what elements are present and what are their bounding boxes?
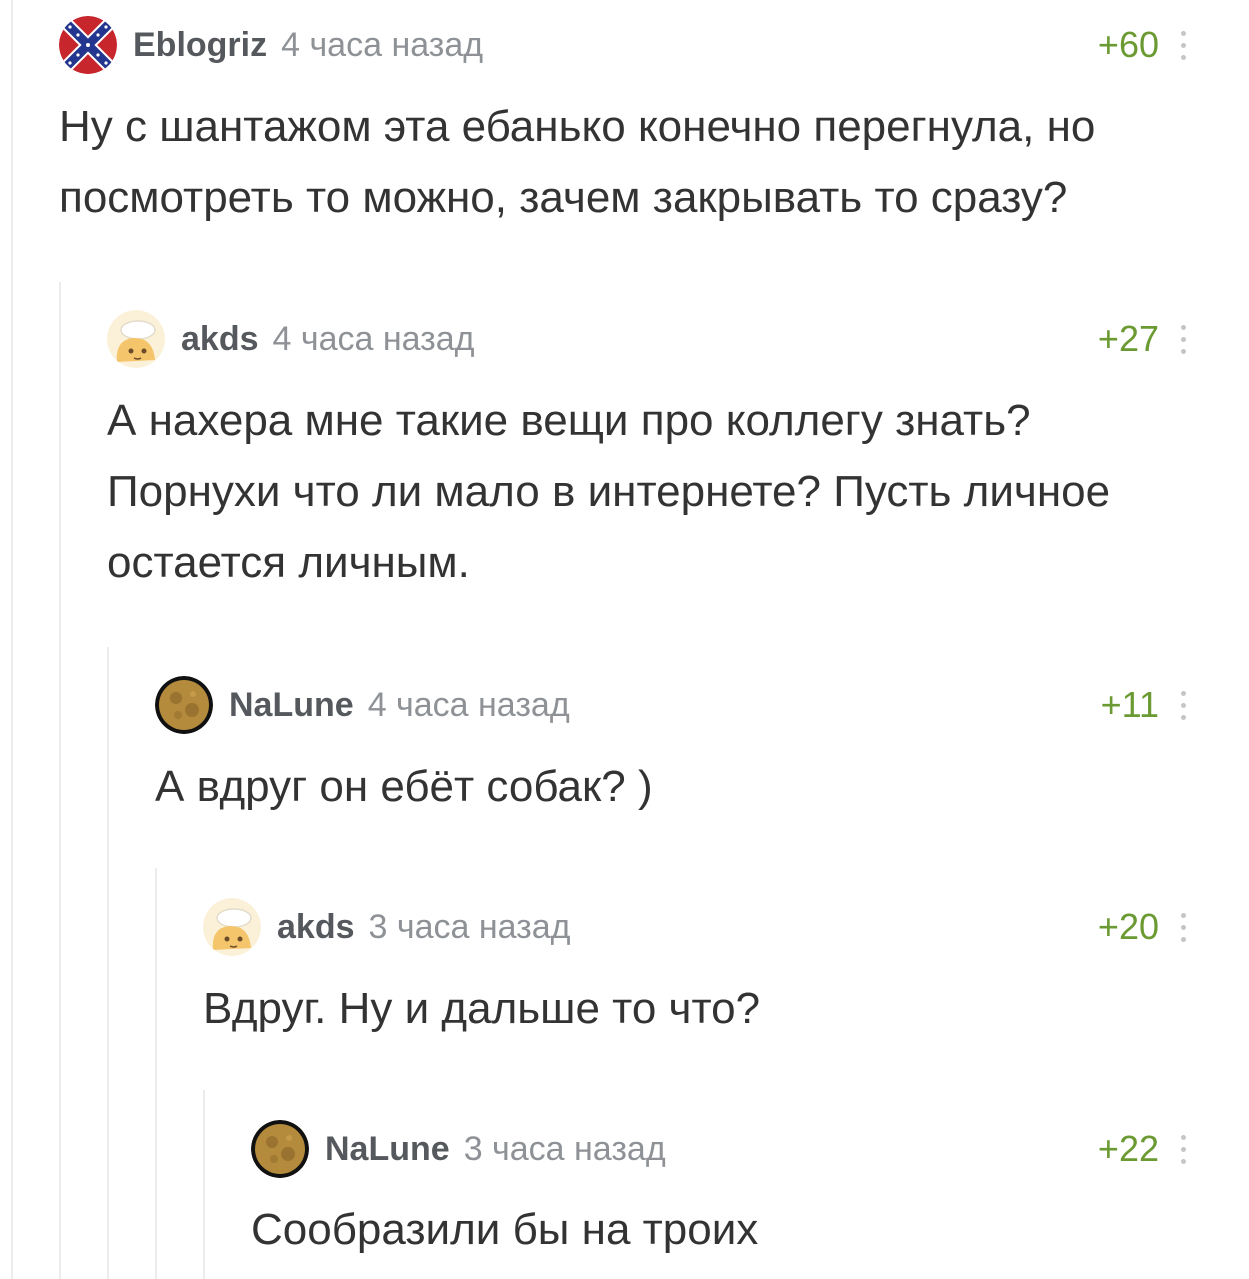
comment-text-line: А нахера мне такие вещи про коллегу знат… bbox=[107, 396, 1031, 445]
comment-header: NaLune 4 часа назад +11 bbox=[0, 675, 1249, 735]
comment-text: Сообразили бы на троих bbox=[251, 1194, 1209, 1265]
moon-icon[interactable] bbox=[251, 1120, 309, 1178]
confederate-flag-icon[interactable] bbox=[59, 16, 117, 74]
more-options-icon[interactable] bbox=[1175, 909, 1193, 946]
comment-text: А нахера мне такие вещи про коллегу знат… bbox=[107, 385, 1209, 598]
comment-text-line: посмотреть то можно, зачем закрывать то … bbox=[59, 173, 1068, 222]
comment-header: NaLune 3 часа назад +22 bbox=[0, 1119, 1249, 1179]
comment-text: Вдруг. Ну и дальше то что? bbox=[203, 973, 1209, 1044]
moon-icon[interactable] bbox=[155, 676, 213, 734]
thread-line[interactable] bbox=[107, 647, 109, 1279]
comment-time[interactable]: 4 часа назад bbox=[368, 686, 570, 725]
comment-header: Eblogriz 4 часа назад +60 bbox=[0, 15, 1249, 75]
comment-text-line: остается личным. bbox=[107, 538, 470, 587]
comment-text-line: А вдруг он ебёт собак? ) bbox=[155, 762, 653, 811]
more-options-icon[interactable] bbox=[1175, 1131, 1193, 1168]
more-options-icon[interactable] bbox=[1175, 687, 1193, 724]
comment-author[interactable]: NaLune bbox=[325, 1130, 450, 1169]
comment-author[interactable]: Eblogriz bbox=[133, 26, 267, 65]
comment-author[interactable]: NaLune bbox=[229, 686, 354, 725]
comment-text-line: Ну с шантажом эта ебанько конечно перегн… bbox=[59, 102, 1096, 151]
cartoon-face-icon[interactable] bbox=[203, 898, 261, 956]
comment-score: +22 bbox=[1097, 1128, 1159, 1169]
comment-text-line: Вдруг. Ну и дальше то что? bbox=[203, 984, 761, 1033]
more-options-icon[interactable] bbox=[1175, 321, 1193, 358]
comment-score: +11 bbox=[1100, 684, 1159, 725]
comment-text-line: Сообразили бы на троих bbox=[251, 1205, 759, 1254]
comment-header: akds 4 часа назад +27 bbox=[0, 309, 1249, 369]
comment-header: akds 3 часа назад +20 bbox=[0, 897, 1249, 957]
comment-time[interactable]: 4 часа назад bbox=[273, 320, 475, 359]
more-options-icon[interactable] bbox=[1175, 27, 1193, 64]
comment-time[interactable]: 4 часа назад bbox=[281, 26, 483, 65]
comment-score: +27 bbox=[1097, 318, 1159, 359]
comment-author[interactable]: akds bbox=[277, 908, 355, 947]
cartoon-face-icon[interactable] bbox=[107, 310, 165, 368]
comment-score: +20 bbox=[1097, 906, 1159, 947]
thread-line[interactable] bbox=[11, 0, 13, 1279]
comment-author[interactable]: akds bbox=[181, 320, 259, 359]
comment-score: +60 bbox=[1097, 24, 1159, 65]
comment-text: Ну с шантажом эта ебанько конечно перегн… bbox=[59, 91, 1209, 233]
comment-text: А вдруг он ебёт собак? ) bbox=[155, 751, 1209, 822]
comment-time[interactable]: 3 часа назад bbox=[464, 1130, 666, 1169]
comment-text-line: Порнухи что ли мало в интернете? Пусть л… bbox=[107, 467, 1111, 516]
comment-time[interactable]: 3 часа назад bbox=[369, 908, 571, 947]
